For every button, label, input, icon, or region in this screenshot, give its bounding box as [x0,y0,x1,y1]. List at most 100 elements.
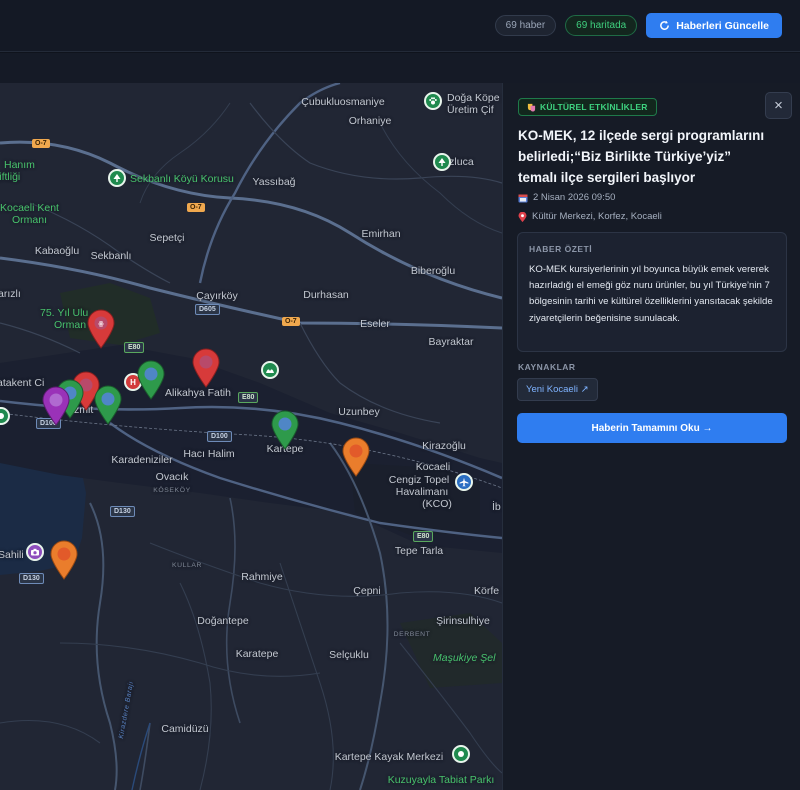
amusement-park-icon[interactable] [261,361,279,379]
news-pin-red[interactable]: ꙮ [86,309,116,349]
news-pin-orange[interactable] [341,437,371,477]
road-shield-d130: D130 [19,573,44,584]
map-label-sekbanli: Sekbanlı [90,250,132,262]
source-link-yeni-kocaeli[interactable]: Yeni Kocaeli ↗ [517,378,598,401]
road-shield-o7: O-7 [187,203,205,212]
news-pin-green-marker [137,360,165,400]
news-pin-green-marker [271,410,299,450]
map-label-sirinsulhiye: Şirinsulhiye [436,615,490,627]
map-label-sepetci: Sepetçi [149,232,185,244]
toolbar-strip [0,53,800,83]
airport-icon[interactable] [455,473,473,491]
map-label-bayraktar: Bayraktar [428,336,474,348]
news-pin-orange-marker [50,540,78,580]
map-label-sekbanli-korusu: Sekbanlı Köyü Korusu [130,173,234,185]
road-shield-e80: E80 [124,342,145,353]
camera-icon[interactable] [26,543,44,561]
map-label-rahmiye: Rahmiye [241,571,283,583]
map-label-kullar: KULLAR [171,562,203,569]
tree-park-icon[interactable] [433,153,451,171]
map-label-sahili: Sahili [0,549,24,561]
road-shield-o7: O-7 [32,139,50,148]
map-label-selcuklu: Selçuklu [329,649,369,661]
map-label-karatepe: Karatepe [235,648,279,660]
map-label-biberoglu: Biberoğlu [410,265,456,277]
map-label-cayirkoy: Çayırköy [196,290,238,302]
summary-text: KO-MEK kursiyerlerinin yıl boyunca büyük… [529,264,773,324]
map-label-uzunbey: Uzunbey [338,406,380,418]
news-pin-green[interactable] [270,410,300,450]
map-label-ib: İb [492,501,501,513]
news-pin-green[interactable] [136,360,166,400]
svg-text:ꙮ: ꙮ [98,321,104,328]
map-label-kuzuyayla: Kuzuyayla Tabiat Parkı [387,774,495,786]
map-label-kco: (KCO) [422,498,452,510]
news-pin-purple[interactable] [41,386,71,426]
tree-park-icon[interactable] [108,169,126,187]
map-label-cengiz-topel: Cengiz Topel [388,474,450,486]
map-label-ovacik: Ovacık [155,471,189,483]
map-label-hanim: Hanım [4,159,35,171]
map-label-kosekoy: KÖSEKÖY [153,487,191,494]
road-shield-d130: D130 [110,506,135,517]
map-label-tepe-tarla: Tepe Tarla [394,545,444,557]
category-label: KÜLTÜREL ETKİNLİKLER [540,102,648,112]
news-pin-green-marker [94,385,122,425]
map-label-emirhan: Emirhan [361,228,401,240]
news-pin-orange-marker [342,437,370,477]
map-label-kocaeli-kent: Kocaeli Kent [0,202,59,214]
news-pin-green[interactable] [93,385,123,425]
map-view[interactable]: Çubukluosmaniye Doğa Köpe Üretim Çif Orh… [0,83,502,790]
map-label-cepni: Çepni [353,585,381,597]
map-label-camiduzu: Camidüzü [161,723,209,735]
news-location-row: Kültür Merkezi, Korfez, Kocaeli [518,211,662,222]
theater-masks-icon [527,103,536,112]
news-date-row: 2 Nisan 2026 09:50 [518,192,615,203]
refresh-icon [660,20,670,30]
news-title: KO-MEK, 12 ilçede sergi programlarını be… [518,128,765,185]
read-full-news-button[interactable]: Haberin Tamamını Oku → [517,413,787,443]
animal-park-icon[interactable] [424,92,442,110]
top-bar-actions: 69 haber 69 haritada Haberleri Güncelle [494,13,782,38]
map-label-ormani: Ormanı [12,214,48,226]
map-label-kartepe-kayak: Kartepe Kayak Merkezi [334,751,444,763]
close-icon: × [774,97,783,114]
sources-heading: KAYNAKLAR [518,362,576,372]
category-badge: KÜLTÜREL ETKİNLİKLER [518,98,657,116]
map-label-derbent: DERBENT [393,631,431,638]
refresh-news-label: Haberleri Güncelle [676,19,769,32]
top-bar: 69 haber 69 haritada Haberleri Güncelle [0,0,800,52]
news-summary-box: HABER ÖZETİ KO-MEK kursiyerlerinin yıl b… [517,232,787,352]
road-shield-d605: D605 [195,304,220,315]
news-count-badge: 69 haber [494,15,557,36]
map-label-kirazoglu: Kirazoğlu [422,440,466,452]
map-label-masukiye: Maşukiye Şel [433,652,496,664]
map-label-havalimani: Havalimanı [395,486,449,498]
map-label-uretim-ciftl: Üretim Çif [447,104,494,116]
news-pin-red-marker: ꙮ [87,309,115,349]
map-label-haci-halim: Hacı Halim [183,448,235,460]
map-label-durhasan: Durhasan [303,289,349,301]
map-label-orhaniye: Orhaniye [348,115,392,127]
map-label-kocaeli: Kocaeli [415,461,451,473]
news-detail-panel: KÜLTÜREL ETKİNLİKLER × KO-MEK, 12 ilçede… [502,83,800,790]
refresh-news-button[interactable]: Haberleri Güncelle [646,13,782,38]
nature-park-icon[interactable] [452,745,470,763]
news-pin-red[interactable] [191,348,221,388]
road-shield-e80: E80 [413,531,434,542]
map-label-atakent: atakent Ci [0,377,45,389]
map-label-orman: Orman [54,319,87,331]
map-label-alikahya: Alikahya Fatih [165,387,231,399]
news-pin-orange[interactable] [49,540,79,580]
news-date: 2 Nisan 2026 09:50 [533,192,616,203]
road-shield-o7: O-7 [282,317,300,326]
map-label-yassibag: Yassıbağ [252,176,296,188]
map-label-dogantepe: Doğantepe [197,615,249,627]
map-label-korfe: Körfe [474,585,500,597]
map-label-ciftligi: çiftliği [0,171,21,183]
close-panel-button[interactable]: × [765,92,792,119]
map-label-karadeniziler: Karadeniziler [111,454,173,466]
calendar-icon [518,194,528,202]
summary-heading: HABER ÖZETİ [529,244,593,254]
map-label-75-yil: 75. Yıl Ulu [40,307,89,319]
